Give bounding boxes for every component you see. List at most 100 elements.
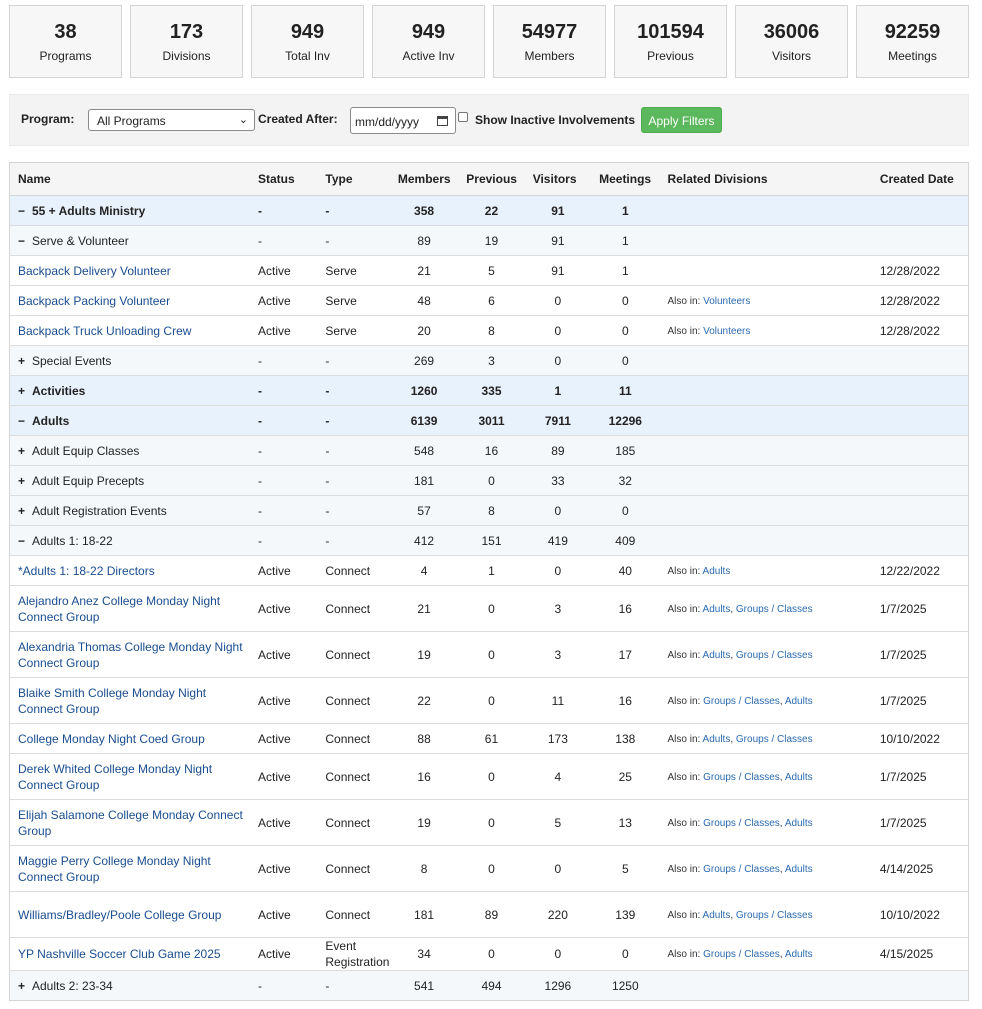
row-previous: 0 <box>458 585 525 632</box>
row-previous: 89 <box>458 891 525 938</box>
related-division-link[interactable]: Groups / Classes <box>703 818 780 829</box>
program-select[interactable]: All Programs ⌄ <box>88 109 255 131</box>
expand-icon[interactable]: + <box>18 503 32 519</box>
row-members: 8 <box>389 845 459 892</box>
involvement-link[interactable]: YP Nashville Soccer Club Game 2025 <box>18 947 221 961</box>
column-header-status[interactable]: Status <box>249 162 318 196</box>
related-division-link[interactable]: Adults <box>703 604 731 615</box>
related-division-link[interactable]: Adults <box>785 949 813 960</box>
related-division-link[interactable]: Groups / Classes <box>703 949 780 960</box>
collapse-icon[interactable]: − <box>18 233 32 249</box>
table-row: + Adult Registration Events - -57 8 0 0 <box>9 495 969 526</box>
row-created-date: 12/22/2022 <box>871 555 969 586</box>
row-related-divisions <box>659 225 872 256</box>
related-divisions: Also in: Groups / Classes, Adults <box>667 695 813 707</box>
related-division-link[interactable]: Adults <box>703 910 731 921</box>
collapse-icon[interactable]: − <box>18 203 32 219</box>
row-meetings: 185 <box>591 435 660 466</box>
row-type: - <box>317 225 390 256</box>
stat-label: Active Inv <box>402 49 455 63</box>
related-division-link[interactable]: Volunteers <box>703 296 750 307</box>
involvement-link[interactable]: Backpack Packing Volunteer <box>18 294 170 308</box>
row-status: Active <box>249 631 318 678</box>
row-created-date: 1/7/2025 <box>871 753 969 800</box>
row-visitors: 220 <box>524 891 592 938</box>
related-division-link[interactable]: Volunteers <box>703 326 750 337</box>
apply-filters-button[interactable]: Apply Filters <box>641 107 722 133</box>
also-in-label: Also in: <box>667 733 701 745</box>
row-members: 16 <box>389 753 459 800</box>
row-meetings: 1 <box>591 225 660 256</box>
involvement-link[interactable]: Backpack Truck Unloading Crew <box>18 324 191 338</box>
expand-icon[interactable]: + <box>18 383 32 399</box>
related-division-link[interactable]: Adults <box>703 650 731 661</box>
related-division-link[interactable]: Adults <box>785 818 813 829</box>
row-previous: 0 <box>458 753 525 800</box>
collapse-icon[interactable]: − <box>18 533 32 549</box>
row-previous: 3011 <box>458 405 525 436</box>
column-header-meetings[interactable]: Meetings <box>591 162 660 196</box>
created-after-label: Created After: <box>258 112 338 126</box>
expand-icon[interactable]: + <box>18 353 32 369</box>
row-name-cell: Elijah Salamone College Monday Connect G… <box>9 799 250 846</box>
row-members: 412 <box>389 525 459 556</box>
column-header-previous[interactable]: Previous <box>458 162 525 196</box>
row-name-cell: + Adult Registration Events <box>9 495 250 526</box>
show-inactive-checkbox[interactable] <box>458 112 468 122</box>
related-division-link[interactable]: Groups / Classes <box>736 910 813 921</box>
row-created-date: 10/10/2022 <box>871 891 969 938</box>
also-in-label: Also in: <box>667 295 701 307</box>
table-row: College Monday Night Coed Group Active Con… <box>9 723 969 754</box>
related-division-link[interactable]: Groups / Classes <box>736 734 813 745</box>
column-header-created-date[interactable]: Created Date <box>871 162 969 196</box>
involvement-link[interactable]: Maggie Perry College Monday Night Connec… <box>18 854 211 884</box>
related-division-link[interactable]: Groups / Classes <box>703 772 780 783</box>
related-division-link[interactable]: Adults <box>785 772 813 783</box>
column-header-name[interactable]: Name <box>9 162 250 196</box>
involvement-link[interactable]: *Adults 1: 18-22 Directors <box>18 564 155 578</box>
expand-icon[interactable]: + <box>18 443 32 459</box>
row-type: Connect <box>317 723 390 754</box>
chevron-down-icon: ⌄ <box>238 114 248 126</box>
column-header-type[interactable]: Type <box>317 162 390 196</box>
row-type: - <box>317 970 390 1001</box>
column-header-members[interactable]: Members <box>389 162 459 196</box>
collapse-icon[interactable]: − <box>18 413 32 429</box>
row-created-date <box>871 405 969 436</box>
row-visitors: 0 <box>524 345 592 376</box>
show-inactive-label[interactable]: Show Inactive Involvements <box>475 113 635 127</box>
calendar-icon[interactable] <box>437 116 448 126</box>
related-division-link[interactable]: Groups / Classes <box>703 864 780 875</box>
created-after-input[interactable]: mm/dd/yyyy <box>350 107 456 134</box>
related-division-link[interactable]: Groups / Classes <box>736 604 813 615</box>
row-related-divisions <box>659 970 872 1001</box>
related-division-link[interactable]: Adults <box>785 696 813 707</box>
row-members: 57 <box>389 495 459 526</box>
involvement-link[interactable]: Alexandria Thomas College Monday Night C… <box>18 640 243 670</box>
column-header-related-divisions[interactable]: Related Divisions <box>659 162 872 196</box>
row-related-divisions <box>659 465 872 496</box>
related-division-link[interactable]: Adults <box>703 734 731 745</box>
expand-icon[interactable]: + <box>18 978 32 994</box>
expand-icon[interactable]: + <box>18 473 32 489</box>
related-division-link[interactable]: Groups / Classes <box>703 696 780 707</box>
related-division-link[interactable]: Adults <box>703 566 731 577</box>
table-row: − Adults - -6139 3011 7911 12296 <box>9 405 969 436</box>
column-header-visitors[interactable]: Visitors <box>524 162 592 196</box>
program-select-value: All Programs <box>97 114 166 128</box>
row-previous: 0 <box>458 677 525 724</box>
involvement-link[interactable]: Alejandro Anez College Monday Night Conn… <box>18 594 220 624</box>
related-division-link[interactable]: Adults <box>785 864 813 875</box>
involvement-link[interactable]: Derek Whited College Monday Night Connec… <box>18 762 212 792</box>
involvement-link[interactable]: Backpack Delivery Volunteer <box>18 264 171 278</box>
involvement-link[interactable]: College Monday Night Coed Group <box>18 732 205 746</box>
row-created-date: 12/28/2022 <box>871 315 969 346</box>
involvement-link[interactable]: Elijah Salamone College Monday Connect G… <box>18 808 243 838</box>
row-created-date: 4/14/2025 <box>871 845 969 892</box>
row-members: 48 <box>389 285 459 316</box>
table-row: + Adult Equip Classes - -548 16 89 185 <box>9 435 969 466</box>
involvement-link[interactable]: Williams/Bradley/Poole College Group <box>18 908 221 922</box>
row-previous: 61 <box>458 723 525 754</box>
related-division-link[interactable]: Groups / Classes <box>736 650 813 661</box>
involvement-link[interactable]: Blaike Smith College Monday Night Connec… <box>18 686 206 716</box>
